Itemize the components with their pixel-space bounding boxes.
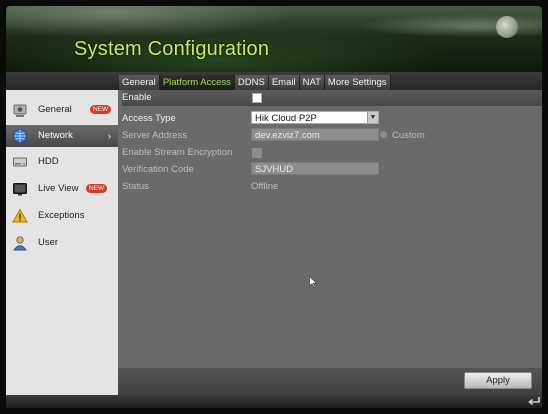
apply-button[interactable]: Apply: [464, 372, 532, 389]
access-type-row: Access Type Hik Cloud P2P ▼: [122, 111, 542, 126]
tab-general[interactable]: General: [119, 75, 160, 90]
sidebar-item-label: HDD: [38, 156, 59, 167]
decorative-orb-icon: [496, 16, 518, 38]
enable-label: Enable: [122, 92, 152, 103]
tab-more-settings[interactable]: More Settings: [324, 75, 391, 90]
new-badge: NEW: [86, 184, 108, 193]
general-settings-icon: [13, 104, 27, 117]
access-type-value: Hik Cloud P2P: [255, 113, 317, 124]
stream-encryption-checkbox[interactable]: [252, 148, 262, 158]
page-title: System Configuration: [74, 38, 270, 60]
sidebar-item-label: Network: [38, 130, 73, 141]
chevron-right-icon: ›: [108, 131, 111, 141]
verification-code-value: SJVHUD: [255, 164, 294, 175]
back-return-icon[interactable]: [527, 394, 541, 408]
chevron-down-icon[interactable]: ▼: [367, 112, 378, 123]
tab-email[interactable]: Email: [268, 75, 300, 90]
tab-platform-access[interactable]: Platform Access: [159, 75, 235, 90]
server-address-value: dev.ezviz7.com: [255, 130, 320, 141]
sidebar-item-live-view[interactable]: Live View NEW: [6, 178, 118, 200]
mouse-cursor-icon: [309, 276, 317, 288]
verification-code-row: Verification Code SJVHUD: [122, 162, 542, 177]
verification-code-field[interactable]: SJVHUD: [251, 162, 379, 175]
user-icon: [13, 236, 27, 251]
custom-checkbox[interactable]: [380, 131, 387, 138]
server-address-field[interactable]: dev.ezviz7.com: [251, 128, 379, 141]
status-label: Status: [122, 181, 149, 192]
status-value: Offline: [251, 181, 279, 192]
access-type-label: Access Type: [122, 113, 176, 124]
verification-code-label: Verification Code: [122, 164, 194, 175]
status-row: Status Offline: [122, 179, 542, 194]
access-type-select[interactable]: Hik Cloud P2P ▼: [251, 111, 379, 124]
live-view-monitor-icon: [13, 183, 27, 196]
bottom-bar: [6, 395, 542, 408]
sidebar-item-user[interactable]: User: [6, 232, 118, 254]
sidebar-item-label: Exceptions: [38, 210, 85, 221]
server-address-label: Server Address: [122, 130, 187, 141]
tab-ddns[interactable]: DDNS: [234, 75, 269, 90]
sidebar-item-general[interactable]: General NEW: [6, 99, 118, 121]
sidebar-item-network[interactable]: Network ›: [6, 125, 118, 147]
tabs: General Platform Access DDNS Email NAT M…: [119, 75, 391, 90]
main-panel: Enable Access Type Hik Cloud P2P ▼ Serve…: [118, 90, 542, 395]
dvr-config-window: System Configuration General Platform Ac…: [0, 0, 548, 414]
enable-row: Enable: [122, 90, 542, 106]
custom-label: Custom: [392, 130, 425, 141]
warning-triangle-icon: [12, 208, 28, 223]
stream-encryption-row: Enable Stream Encryption: [122, 145, 542, 160]
server-address-row: Server Address dev.ezviz7.com Custom: [122, 128, 542, 143]
sidebar-item-exceptions[interactable]: Exceptions: [6, 205, 118, 227]
hdd-icon: [13, 157, 27, 167]
sidebar-item-label: User: [38, 237, 59, 248]
sidebar: General NEW Network › HDD Live View NEW …: [6, 90, 119, 395]
tab-nat[interactable]: NAT: [299, 75, 325, 90]
stream-encryption-label: Enable Stream Encryption: [122, 147, 233, 158]
new-badge: NEW: [90, 105, 112, 114]
network-globe-icon: [13, 129, 27, 143]
sidebar-item-hdd[interactable]: HDD: [6, 151, 118, 173]
sidebar-item-label: General: [38, 104, 72, 115]
enable-checkbox[interactable]: [252, 93, 262, 103]
sidebar-item-label: Live View: [38, 183, 79, 194]
